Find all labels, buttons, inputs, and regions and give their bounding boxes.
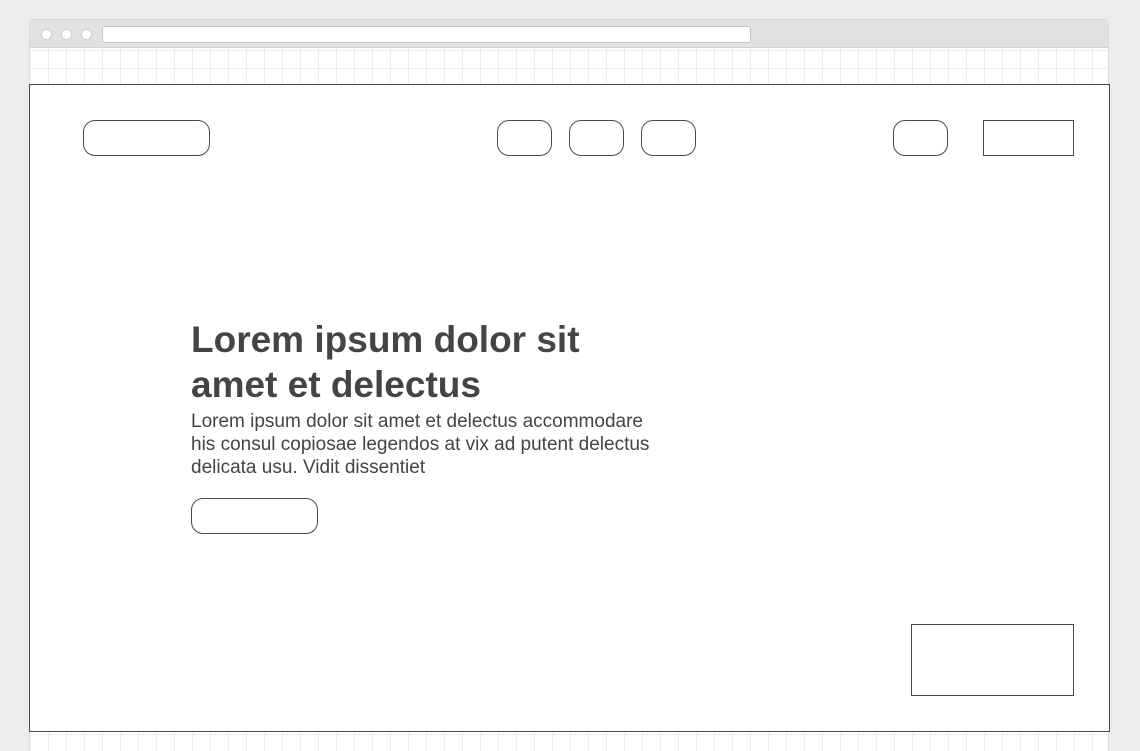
hero-description: Lorem ipsum dolor sit amet et delectus a… [191, 411, 650, 478]
floating-widget-box[interactable] [911, 624, 1074, 696]
page-viewport: Lorem ipsum dolor sit amet et delectus L… [29, 84, 1110, 732]
logo-placeholder[interactable] [83, 120, 210, 156]
address-bar[interactable] [102, 26, 751, 43]
nav-item-3[interactable] [641, 120, 696, 156]
nav-item-2[interactable] [569, 120, 624, 156]
browser-title-bar [30, 20, 1108, 48]
login-button[interactable] [893, 120, 948, 156]
signup-button[interactable] [983, 120, 1074, 156]
nav-item-1[interactable] [497, 120, 552, 156]
hero-title: Lorem ipsum dolor sit amet et delectus [191, 319, 580, 405]
minimize-window-dot[interactable] [61, 29, 72, 40]
hero-cta-button[interactable] [191, 498, 318, 534]
close-window-dot[interactable] [41, 29, 52, 40]
maximize-window-dot[interactable] [81, 29, 92, 40]
hero-section: Lorem ipsum dolor sit amet et delectus L… [191, 317, 661, 479]
